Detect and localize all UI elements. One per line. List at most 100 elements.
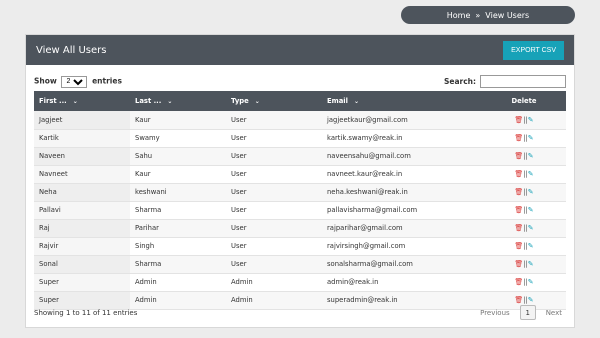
trash-icon[interactable]: 🗑 <box>514 278 523 286</box>
breadcrumb-home[interactable]: Home <box>447 11 471 20</box>
table-row: Navneet Kaur User navneet.kaur@reak.in 🗑||✎ <box>34 165 566 183</box>
chevron-down-icon[interactable]: ⌄ <box>354 98 359 105</box>
search-label: Search: <box>443 77 476 86</box>
cell-actions: 🗑||✎ <box>482 219 566 237</box>
cell-actions: 🗑||✎ <box>482 183 566 201</box>
column-header-email[interactable]: Email ⌄ <box>322 91 482 111</box>
header-label: Last ... <box>135 97 162 105</box>
trash-icon[interactable]: 🗑 <box>514 224 523 232</box>
breadcrumb-current: View Users <box>485 10 530 20</box>
cell-email: navneet.kaur@reak.in <box>327 170 403 178</box>
cell-email: sonalsharma@gmail.com <box>327 260 413 268</box>
table-footer: Showing 1 to 11 of 11 entries Previous 1… <box>34 305 566 320</box>
cell-last-name: Singh <box>135 242 155 250</box>
cell-last-name: Kaur <box>135 115 151 124</box>
cell-first-name: Naveen <box>34 147 130 165</box>
cell-type: User <box>231 242 247 250</box>
cell-email: kartik.swamy@reak.in <box>327 134 403 142</box>
cell-first-name: Raj <box>34 219 130 237</box>
edit-icon[interactable]: ✎ <box>528 242 534 250</box>
cell-last-name: Sharma <box>135 260 162 268</box>
table-info: Showing 1 to 11 of 11 entries <box>34 308 138 317</box>
column-header-type[interactable]: Type ⌄ <box>226 91 322 111</box>
cell-type: User <box>231 134 247 142</box>
table-row: Neha keshwani User neha.keshwani@reak.in 🗑||… <box>34 183 566 201</box>
cell-actions: 🗑||✎ <box>482 237 566 255</box>
cell-first-name: Kartik <box>34 129 130 147</box>
cell-last-name: Sharma <box>135 206 162 214</box>
entries-select[interactable]: 25 <box>61 75 88 88</box>
edit-icon[interactable]: ✎ <box>528 224 534 232</box>
column-header-delete: Delete <box>482 91 566 111</box>
trash-icon[interactable]: 🗑 <box>514 260 523 268</box>
breadcrumb-separator: » <box>475 10 481 20</box>
page-1-button[interactable]: 1 <box>519 305 536 320</box>
trash-icon[interactable]: 🗑 <box>514 188 523 196</box>
cell-type: Admin <box>231 278 253 286</box>
cell-type: User <box>231 206 247 214</box>
cell-last-name: Admin <box>135 278 157 286</box>
edit-icon[interactable]: ✎ <box>528 134 534 142</box>
table-row: Naveen Sahu User naveensahu@gmail.com 🗑||✎ <box>34 147 566 165</box>
cell-first-name: Navneet <box>34 165 130 183</box>
edit-icon[interactable]: ✎ <box>528 170 534 178</box>
cell-actions: 🗑||✎ <box>482 273 566 291</box>
table-body: Jagjeet Kaur User jagjeetkaur@gmail.com 🗑||✎… <box>34 111 566 309</box>
previous-page-button[interactable]: Previous <box>476 309 514 317</box>
edit-icon[interactable]: ✎ <box>528 278 534 286</box>
cell-actions: 🗑||✎ <box>482 201 566 219</box>
cell-email: rajparihar@gmail.com <box>327 224 403 232</box>
cell-first-name: Neha <box>34 183 130 201</box>
cell-email: rajvirsingh@gmail.com <box>327 242 406 250</box>
cell-email: naveensahu@gmail.com <box>327 152 411 160</box>
table-row: Super Admin Admin admin@reak.in 🗑||✎ <box>34 273 566 291</box>
chevron-down-icon[interactable]: ⌄ <box>73 98 78 105</box>
edit-icon[interactable]: ✎ <box>528 116 534 124</box>
chevron-down-icon[interactable]: ⌄ <box>167 98 172 105</box>
trash-icon[interactable]: 🗑 <box>514 170 523 178</box>
cell-email: pallavisharma@gmail.com <box>327 206 418 214</box>
cell-email: neha.keshwani@reak.in <box>327 188 408 196</box>
table-row: Jagjeet Kaur User jagjeetkaur@gmail.com 🗑||✎ <box>34 111 566 129</box>
table-header-row: First ... ⌄ Last ... ⌄ Type ⌄ Email ⌄ Delete <box>34 91 566 111</box>
trash-icon[interactable]: 🗑 <box>514 116 523 124</box>
cell-last-name: Sahu <box>135 152 153 160</box>
cell-last-name: Parihar <box>135 224 159 232</box>
edit-icon[interactable]: ✎ <box>528 296 534 304</box>
trash-icon[interactable]: 🗑 <box>514 152 523 160</box>
cell-actions: 🗑||✎ <box>482 147 566 165</box>
header-label: Type <box>231 97 249 105</box>
trash-icon[interactable]: 🗑 <box>514 242 523 250</box>
trash-icon[interactable]: 🗑 <box>514 134 523 142</box>
table-row: Kartik Swamy User kartik.swamy@reak.in 🗑||✎ <box>34 129 566 147</box>
column-header-last-name[interactable]: Last ... ⌄ <box>130 91 226 111</box>
header-label: First ... <box>39 97 67 105</box>
cell-first-name: Super <box>34 273 130 291</box>
trash-icon[interactable]: 🗑 <box>514 206 523 214</box>
chevron-down-icon[interactable]: ⌄ <box>255 98 260 105</box>
column-header-first-name[interactable]: First ... ⌄ <box>34 91 130 111</box>
cell-type: User <box>231 188 247 196</box>
page-title: View All Users <box>36 44 107 56</box>
edit-icon[interactable]: ✎ <box>528 206 534 214</box>
trash-icon[interactable]: 🗑 <box>514 296 523 304</box>
breadcrumb: Home » View Users <box>401 6 575 24</box>
edit-icon[interactable]: ✎ <box>528 260 534 268</box>
cell-last-name: keshwani <box>135 188 167 196</box>
entries-label: entries <box>92 76 122 85</box>
next-page-button[interactable]: Next <box>542 309 566 317</box>
cell-actions: 🗑||✎ <box>482 255 566 273</box>
show-label: Show <box>34 76 57 85</box>
panel-header: View All Users EXPORT CSV <box>26 35 574 65</box>
edit-icon[interactable]: ✎ <box>528 188 534 196</box>
cell-email: admin@reak.in <box>327 278 379 286</box>
cell-first-name: Rajvir <box>34 237 130 255</box>
entries-control: Show 25 entries <box>34 75 122 88</box>
edit-icon[interactable]: ✎ <box>528 152 534 160</box>
export-csv-button[interactable]: EXPORT CSV <box>503 40 564 60</box>
users-table: First ... ⌄ Last ... ⌄ Type ⌄ Email ⌄ Delete… <box>34 91 566 310</box>
cell-type: User <box>231 115 247 124</box>
search-input[interactable] <box>480 75 566 88</box>
table-row: Sonal Sharma User sonalsharma@gmail.com 🗑||✎ <box>34 255 566 273</box>
cell-last-name: Kaur <box>135 170 151 178</box>
